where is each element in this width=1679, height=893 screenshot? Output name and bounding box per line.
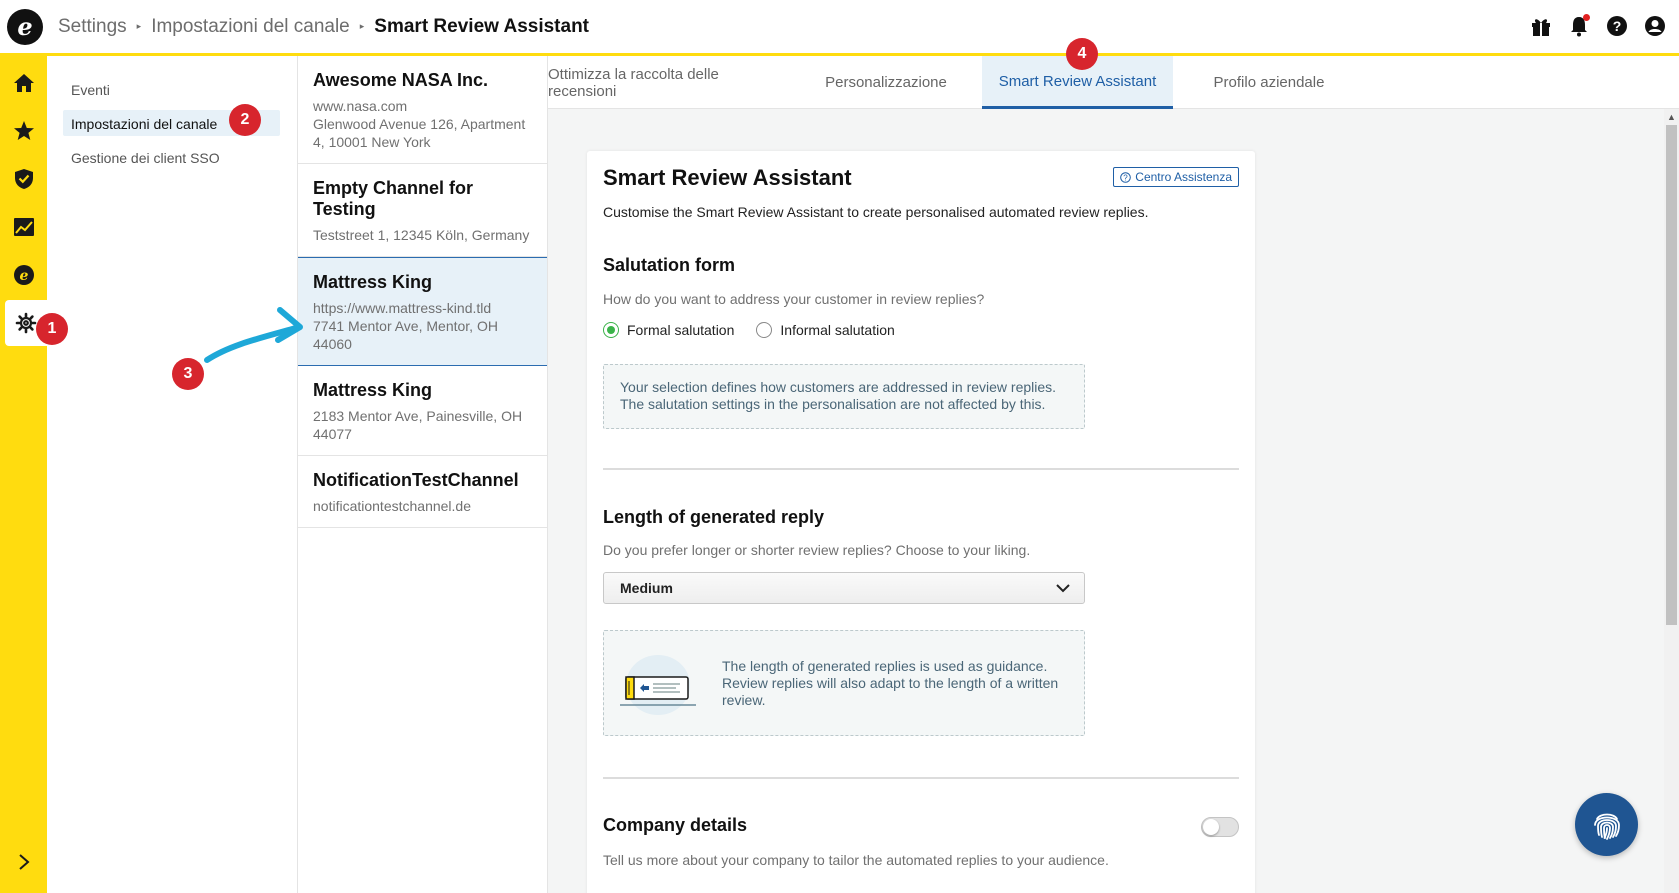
channel-address: 7741 Mentor Ave, Mentor, OH (313, 318, 498, 334)
gift-icon[interactable] (1529, 14, 1553, 38)
section-divider (603, 777, 1239, 779)
svg-text:?: ? (1124, 173, 1129, 182)
informal-salutation-radio[interactable]: Informal salutation (756, 322, 895, 338)
settings-content: Smart Review Assistant ? Centro Assisten… (548, 109, 1664, 893)
channel-address: 2183 Mentor Ave, Painesville, OH (313, 408, 523, 424)
breadcrumb-settings[interactable]: Settings (58, 16, 127, 38)
length-title: Length of generated reply (603, 507, 825, 527)
svg-text:e: e (19, 268, 28, 284)
breadcrumb-separator-icon: ▸ (136, 21, 142, 31)
annotation-badge-2: 2 (229, 104, 261, 136)
info-text: The length of generated replies is used … (722, 657, 1048, 674)
tab-personalization[interactable]: Personalizzazione (790, 56, 982, 109)
radio-checked-icon (603, 322, 619, 338)
annotation-badge-1: 1 (36, 313, 68, 345)
company-section-header: Company details (603, 815, 1239, 837)
info-text: Your selection defines how customers are… (620, 379, 1057, 395)
chevron-down-icon (1056, 583, 1070, 592)
company-title: Company details (603, 815, 748, 835)
channel-address: Glenwood Avenue 126, Apartment (313, 116, 526, 132)
company-details-toggle[interactable] (1201, 817, 1239, 837)
formal-salutation-radio[interactable]: Formal salutation (603, 322, 734, 338)
main-nav-rail: e (0, 56, 47, 893)
channel-item[interactable]: Mattress King 2183 Mentor Ave, Painesvil… (298, 366, 547, 456)
content-scrollbar[interactable]: ▲ (1664, 109, 1679, 893)
top-header: e Settings ▸ Impostazioni del canale ▸ S… (0, 0, 1679, 56)
shield-check-icon[interactable] (0, 156, 47, 202)
trusted-shops-logo[interactable]: e (7, 8, 43, 45)
tab-optimize-collection[interactable]: Ottimizza la raccolta delle recensioni (548, 56, 790, 109)
help-icon[interactable]: ? (1605, 14, 1629, 38)
smart-review-card: Smart Review Assistant ? Centro Assisten… (587, 151, 1255, 893)
length-question: Do you prefer longer or shorter review r… (603, 542, 1031, 558)
channel-name: Mattress King (313, 272, 433, 292)
svg-text:?: ? (1613, 18, 1622, 34)
info-text: The salutation settings in the personali… (620, 396, 1046, 412)
channel-list: Awesome NASA Inc. www.nasa.com Glenwood … (298, 56, 548, 893)
fingerprint-button[interactable] (1575, 793, 1638, 856)
tab-company-profile[interactable]: Profilo aziendale (1173, 56, 1365, 109)
salutation-title: Salutation form (603, 255, 736, 275)
card-description: Customise the Smart Review Assistant to … (603, 204, 1149, 220)
help-circle-icon: ? (1120, 171, 1132, 183)
radio-label: Formal salutation (627, 322, 735, 338)
channel-address: 4, 10001 New York (313, 134, 431, 150)
settings-subnav: Eventi Impostazioni del canale Gestione … (47, 56, 298, 893)
header-actions: ? (1529, 14, 1667, 38)
channel-item-selected[interactable]: Mattress King https://www.mattress-kind.… (298, 257, 547, 366)
channel-name: Mattress King (313, 380, 433, 400)
channel-address: Teststreet 1, 12345 Köln, Germany (313, 227, 530, 243)
toggle-knob (1203, 819, 1219, 835)
channel-item[interactable]: Empty Channel for Testing Teststreet 1, … (298, 164, 547, 257)
breadcrumb-separator-icon: ▸ (359, 21, 365, 31)
star-icon[interactable] (0, 108, 47, 154)
bell-icon[interactable] (1567, 14, 1591, 38)
reply-length-select[interactable]: Medium (603, 572, 1085, 604)
select-value: Medium (620, 580, 673, 596)
channel-address: 44077 (313, 426, 352, 442)
info-text: Review replies will also adapt to the le… (722, 674, 1059, 691)
chevron-right-icon[interactable] (0, 853, 47, 871)
subnav-item-sso-clients[interactable]: Gestione dei client SSO (63, 144, 280, 170)
channel-name: NotificationTestChannel (313, 470, 519, 490)
annotation-arrow-icon (204, 307, 303, 363)
channel-item[interactable]: Awesome NASA Inc. www.nasa.com Glenwood … (298, 56, 547, 164)
home-icon[interactable] (0, 60, 47, 106)
radio-label: Informal salutation (780, 322, 895, 338)
channel-address: 44060 (313, 336, 352, 352)
help-center-button[interactable]: ? Centro Assistenza (1113, 167, 1239, 187)
channel-name: Awesome NASA Inc. (313, 70, 489, 90)
trusted-logo-icon[interactable]: e (0, 252, 47, 298)
chart-icon[interactable] (0, 204, 47, 250)
salutation-info-box: Your selection defines how customers are… (603, 364, 1085, 429)
salutation-radio-group: Formal salutation Informal salutation (603, 322, 1239, 338)
channel-url: www.nasa.com (313, 98, 408, 114)
settings-tabs: Ottimizza la raccolta delle recensioni P… (548, 56, 1679, 109)
user-icon[interactable] (1643, 14, 1667, 38)
length-info-text: The length of generated replies is used … (722, 658, 1058, 709)
annotation-badge-4: 4 (1066, 38, 1098, 70)
reply-illustration-icon (620, 655, 696, 715)
company-question: Tell us more about your company to tailo… (603, 852, 1109, 868)
channel-name: Empty Channel for Testing (313, 178, 474, 219)
channel-item[interactable]: NotificationTestChannel notificationtest… (298, 456, 547, 528)
breadcrumb-current: Smart Review Assistant (374, 15, 590, 37)
subnav-item-eventi[interactable]: Eventi (63, 76, 280, 102)
channel-url: https://www.mattress-kind.tld (313, 300, 492, 316)
radio-unchecked-icon (756, 322, 773, 338)
section-divider (603, 468, 1239, 470)
notification-dot (1583, 14, 1590, 21)
fingerprint-icon (1593, 813, 1620, 840)
length-info-box: The length of generated replies is used … (603, 630, 1085, 736)
scroll-thumb[interactable] (1666, 125, 1677, 625)
info-text: review. (722, 691, 766, 708)
breadcrumb-channel-settings[interactable]: Impostazioni del canale (151, 16, 350, 38)
scroll-up-arrow-icon[interactable]: ▲ (1667, 112, 1676, 122)
channel-url: notificationtestchannel.de (313, 498, 471, 514)
help-center-label: Centro Assistenza (1135, 170, 1232, 184)
salutation-question: How do you want to address your customer… (603, 291, 985, 307)
